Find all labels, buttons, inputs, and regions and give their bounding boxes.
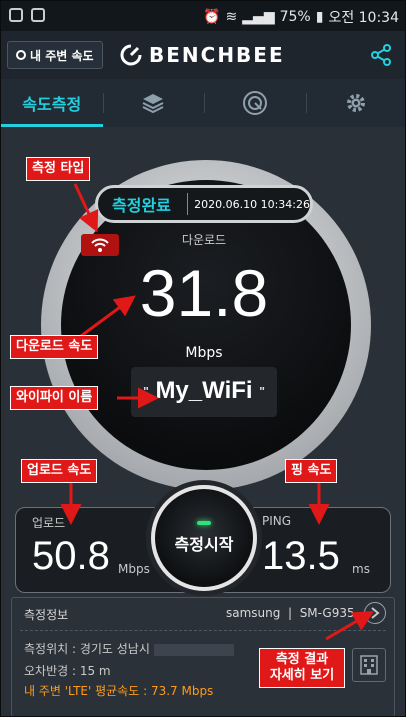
measurement-status: 측정완료 bbox=[112, 196, 171, 215]
building-icon bbox=[360, 655, 378, 675]
status-bar: ⏰ ≋ ▂▄▆ 75% ▮ 오전 10:34 bbox=[1, 1, 405, 31]
benchbee-logo-icon bbox=[120, 44, 142, 66]
start-test-button[interactable]: 측정시작 bbox=[151, 485, 257, 591]
location-text: 측정위치 : 경기도 성남시 bbox=[24, 642, 150, 656]
redacted-address bbox=[153, 643, 234, 656]
device-model: SM-G935 bbox=[299, 606, 355, 620]
layers-icon bbox=[142, 94, 164, 114]
result-status-pill: 측정완료 2020.06.10 10:34:26 bbox=[95, 185, 313, 223]
ping-value: 13.5 bbox=[262, 534, 340, 578]
wifi-signal-icon: ≋ bbox=[225, 9, 238, 25]
nearby-speed-button[interactable]: 내 주변 속도 bbox=[7, 41, 103, 69]
nearby-average-speed: 내 주변 'LTE' 평균속도 : 73.7 Mbps bbox=[24, 684, 214, 698]
tab-speed-test-label: 속도측정 bbox=[22, 95, 82, 114]
upload-label: 업로드 bbox=[32, 516, 66, 530]
chevron-right-icon bbox=[371, 607, 380, 619]
wifi-quote-open: " bbox=[143, 384, 149, 399]
brand-logo: BENCHBEE bbox=[119, 43, 285, 67]
brand-name: BENCHBEE bbox=[149, 43, 285, 67]
battery-icon: ▮ bbox=[315, 9, 324, 25]
info-divider bbox=[20, 630, 386, 631]
tab-settings[interactable] bbox=[305, 79, 406, 127]
annotation-download: 다운로드 속도 bbox=[10, 335, 99, 359]
notification-icon bbox=[9, 8, 23, 22]
cell-signal-icon: ▂▄▆ bbox=[242, 9, 275, 25]
location-icon bbox=[16, 50, 26, 60]
upload-unit: Mbps bbox=[118, 562, 150, 576]
info-title: 측정정보 bbox=[24, 608, 69, 622]
location-row: 측정위치 : 경기도 성남시 bbox=[24, 640, 234, 657]
measurement-datetime: 2020.06.10 10:34:26 bbox=[194, 197, 310, 211]
annotation-detail: 측정 결과 자세히 보기 bbox=[259, 648, 345, 688]
annotation-ping: 핑 속도 bbox=[285, 459, 338, 483]
status-led bbox=[197, 521, 211, 525]
screen: ⏰ ≋ ▂▄▆ 75% ▮ 오전 10:34 내 주변 속도 BENCHBEE bbox=[0, 0, 406, 717]
annotation-detail-line2: 자세히 보기 bbox=[269, 668, 335, 683]
tab-layers[interactable] bbox=[102, 79, 205, 127]
annotation-upload: 업로드 속도 bbox=[21, 459, 98, 483]
battery-level: 75% bbox=[279, 9, 311, 25]
download-label: 다운로드 bbox=[181, 233, 227, 247]
history-icon bbox=[242, 91, 267, 115]
details-button[interactable] bbox=[364, 602, 386, 624]
tab-history[interactable] bbox=[204, 79, 306, 127]
annotation-wifi: 와이파이 이름 bbox=[10, 386, 99, 410]
clock: 오전 10:34 bbox=[328, 10, 399, 26]
error-radius: 오차반경 : 15 m bbox=[24, 664, 111, 678]
ping-label: PING bbox=[262, 514, 292, 528]
tab-bar: 속도측정 bbox=[1, 79, 406, 127]
nearby-speed-label: 내 주변 속도 bbox=[30, 48, 94, 63]
download-value: 31.8 bbox=[139, 256, 269, 330]
alarm-icon: ⏰ bbox=[203, 9, 221, 25]
share-icon[interactable] bbox=[369, 43, 393, 67]
tab-speed-test[interactable]: 속도측정 bbox=[1, 79, 103, 127]
gear-icon bbox=[347, 94, 366, 112]
annotation-detail-line1: 측정 결과 bbox=[275, 652, 329, 667]
annotation-type: 측정 타입 bbox=[26, 157, 91, 181]
device-brand: samsung bbox=[226, 606, 281, 620]
image-icon bbox=[31, 8, 45, 22]
device-info: samsung | SM-G935 bbox=[226, 606, 355, 620]
wifi-quote-close: " bbox=[259, 384, 265, 399]
upload-value: 50.8 bbox=[32, 534, 110, 578]
wifi-name: My_WiFi bbox=[155, 377, 253, 404]
app-header: 내 주변 속도 BENCHBEE bbox=[1, 31, 405, 79]
start-test-label: 측정시작 bbox=[174, 535, 234, 554]
main-panel: 측정완료 2020.06.10 10:34:26 다운로드 31.8 Mbps … bbox=[1, 127, 405, 716]
building-button[interactable] bbox=[352, 648, 386, 682]
ping-unit: ms bbox=[352, 562, 370, 576]
